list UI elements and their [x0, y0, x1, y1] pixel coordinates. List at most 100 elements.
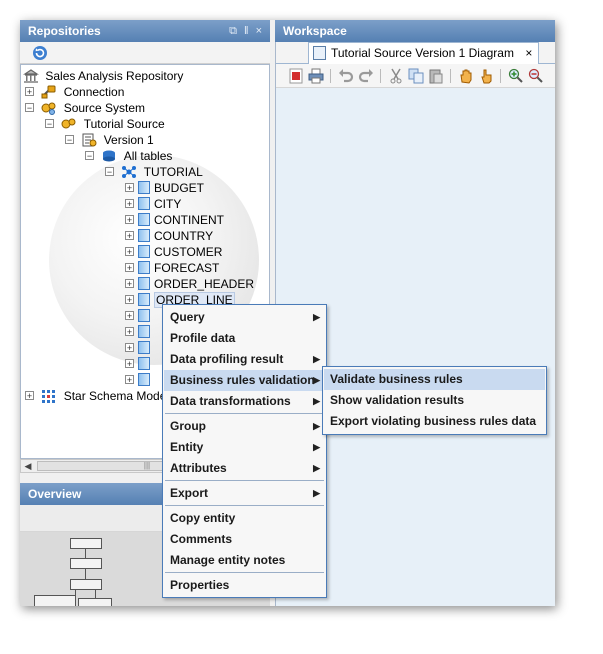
menu-item-copy-entity[interactable]: Copy entity [164, 508, 325, 529]
print-icon[interactable] [308, 68, 324, 84]
tree-node-table[interactable]: + [125, 355, 154, 371]
menu-item-attributes[interactable]: Attributes ▶ [164, 458, 325, 479]
tree-node-table[interactable]: + CUSTOMER [125, 243, 222, 259]
table-icon [138, 325, 150, 339]
expand-icon[interactable]: + [125, 375, 134, 385]
expand-icon[interactable]: + [25, 391, 34, 401]
schema-icon [122, 165, 137, 178]
collapse-icon[interactable]: − [105, 167, 114, 177]
expand-icon[interactable]: + [125, 279, 134, 289]
menu-item-profile-data[interactable]: Profile data [164, 328, 325, 349]
tree-node-table[interactable]: + [125, 339, 154, 355]
toolbar-separator [330, 69, 331, 83]
tab-diagram[interactable]: Tutorial Source Version 1 Diagram × [308, 42, 540, 64]
menu-item-properties[interactable]: Properties [164, 575, 325, 596]
tree-label: CITY [154, 196, 182, 211]
menu-item-comments[interactable]: Comments [164, 529, 325, 550]
undo-icon[interactable] [338, 68, 354, 84]
tree-node-all-tables[interactable]: − All tables [85, 147, 172, 163]
expand-icon[interactable]: + [25, 87, 34, 97]
submenu-item-show-validation-results[interactable]: Show validation results [324, 390, 545, 411]
menu-item-query[interactable]: Query ▶ [164, 307, 325, 328]
tree-node-connection[interactable]: + Connection [25, 83, 124, 99]
menu-item-data-profiling-result[interactable]: Data profiling result ▶ [164, 349, 325, 370]
menu-item-entity[interactable]: Entity ▶ [164, 437, 325, 458]
submenu-item-validate-business-rules[interactable]: Validate business rules [324, 369, 545, 390]
tree-node-table[interactable]: + [125, 323, 154, 339]
expand-icon[interactable]: + [125, 343, 134, 353]
tree-node-root[interactable]: Sales Analysis Repository [23, 67, 183, 83]
tree-label: Sales Analysis Repository [45, 68, 184, 83]
tree-node-table[interactable]: + FORECAST [125, 259, 219, 275]
menu-item-label: Export violating business rules data [330, 414, 537, 428]
tree-node-table[interactable]: + [125, 307, 154, 323]
source-system-icon [41, 102, 56, 115]
overview-entity [78, 598, 112, 606]
workspace-tabbar: Tutorial Source Version 1 Diagram × [276, 42, 555, 64]
expand-icon[interactable]: + [125, 199, 134, 209]
menu-separator [165, 572, 324, 573]
tree-node-schema[interactable]: − TUTORIAL [105, 163, 203, 179]
repositories-title-text: Repositories [28, 24, 101, 38]
cut-icon[interactable] [388, 68, 404, 84]
collapse-icon[interactable]: − [65, 135, 74, 145]
menu-separator [165, 480, 324, 481]
submenu-arrow-icon: ▶ [313, 375, 320, 385]
tree-node-table[interactable]: + CONTINENT [125, 211, 224, 227]
tree-node-table[interactable]: + COUNTRY [125, 227, 213, 243]
zoom-out-icon[interactable] [528, 68, 544, 84]
collapse-icon[interactable]: − [45, 119, 54, 129]
table-icon [138, 229, 150, 243]
expand-icon[interactable]: + [125, 359, 134, 369]
scroll-left-icon[interactable]: ◀ [21, 460, 35, 472]
menu-separator [165, 505, 324, 506]
collapse-icon[interactable]: − [25, 103, 34, 113]
collapse-icon[interactable]: − [85, 151, 94, 161]
tree-node-version[interactable]: − Version 1 [65, 131, 154, 147]
panel-controls[interactable]: ⧉ ‖ × [229, 20, 264, 42]
refresh-icon[interactable] [32, 45, 48, 61]
tree-node-table[interactable]: + CITY [125, 195, 181, 211]
menu-item-group[interactable]: Group ▶ [164, 416, 325, 437]
toolbar-separator [500, 69, 501, 83]
tree-label: COUNTRY [154, 228, 214, 243]
copy-icon[interactable] [408, 68, 424, 84]
menu-item-business-rules-validation[interactable]: Business rules validation ▶ [164, 370, 325, 391]
tree-node-source-system[interactable]: − Source System [25, 99, 145, 115]
submenu-item-export-violating-data[interactable]: Export violating business rules data [324, 411, 545, 432]
expand-icon[interactable]: + [125, 295, 134, 305]
select-hand-icon[interactable] [478, 68, 494, 84]
menu-item-label: Manage entity notes [170, 553, 286, 567]
expand-icon[interactable]: + [125, 231, 134, 241]
expand-icon[interactable]: + [125, 247, 134, 257]
expand-icon[interactable]: + [125, 311, 134, 321]
tree-label: ORDER_HEADER [154, 276, 255, 291]
pdf-icon[interactable] [288, 68, 304, 84]
expand-icon[interactable]: + [125, 183, 134, 193]
table-icon [138, 277, 150, 291]
tree-label: FORECAST [154, 260, 220, 275]
paste-icon[interactable] [428, 68, 444, 84]
menu-item-label: Copy entity [170, 511, 236, 525]
redo-icon[interactable] [358, 68, 374, 84]
table-icon [138, 245, 150, 259]
zoom-in-icon[interactable] [508, 68, 524, 84]
menu-item-manage-entity-notes[interactable]: Manage entity notes [164, 550, 325, 571]
menu-item-export[interactable]: Export ▶ [164, 483, 325, 504]
close-icon[interactable]: × [525, 46, 532, 60]
submenu-arrow-icon: ▶ [313, 396, 320, 406]
expand-icon[interactable]: + [125, 327, 134, 337]
expand-icon[interactable]: + [125, 263, 134, 273]
menu-item-data-transformations[interactable]: Data transformations ▶ [164, 391, 325, 412]
table-icon [138, 213, 150, 227]
tree-node-star-schema[interactable]: + Star Schema Mode [25, 387, 166, 403]
tree-node-table[interactable]: + BUDGET [125, 179, 204, 195]
menu-item-label: Comments [170, 532, 233, 546]
pan-hand-icon[interactable] [458, 68, 474, 84]
tree-label: TUTORIAL [143, 164, 203, 179]
tree-node-tutorial-source[interactable]: − Tutorial Source [45, 115, 165, 131]
tree-node-table[interactable]: + [125, 371, 154, 387]
expand-icon[interactable]: + [125, 215, 134, 225]
overview-entity [70, 579, 102, 590]
tree-node-table[interactable]: + ORDER_HEADER [125, 275, 254, 291]
